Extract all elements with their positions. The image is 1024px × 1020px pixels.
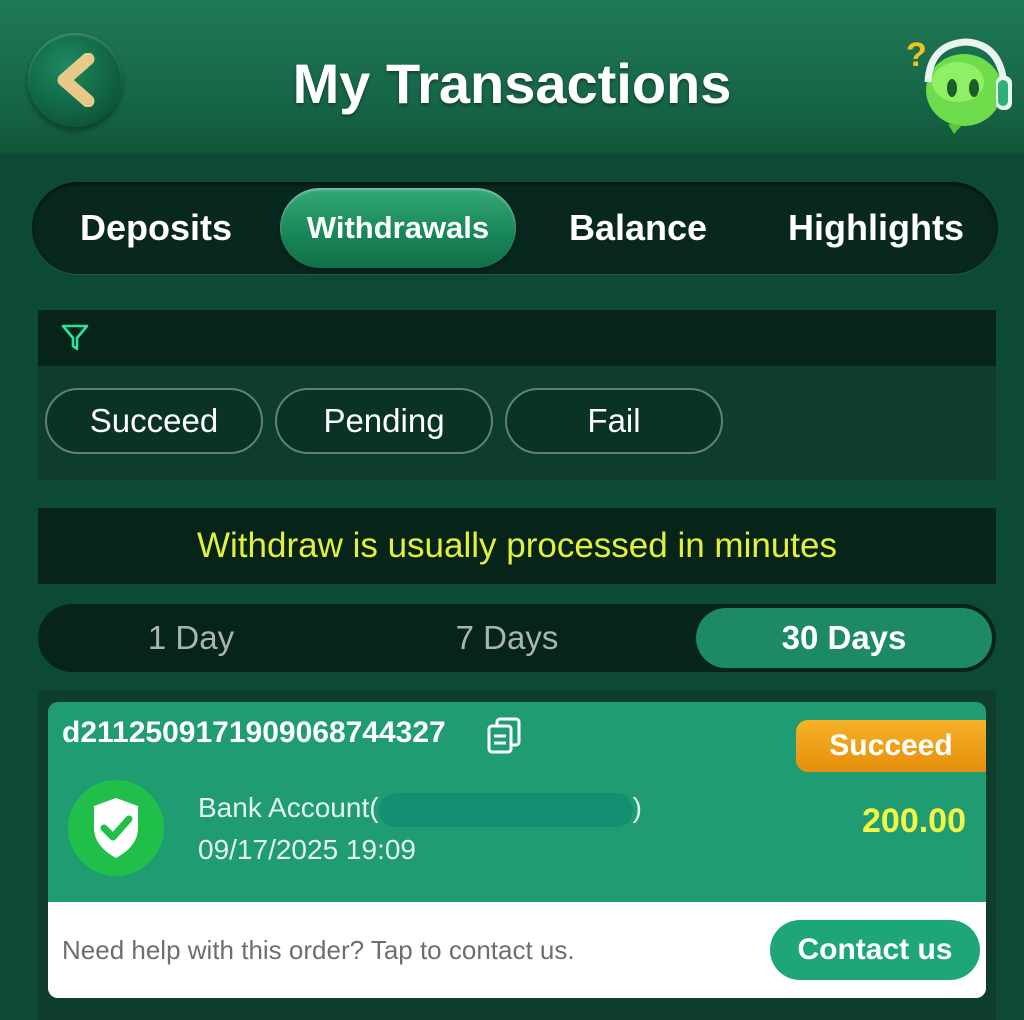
transaction-type-tabs: Deposits Withdrawals Balance Highlights [32,182,998,274]
transaction-datetime: 09/17/2025 19:09 [198,834,416,865]
range-30-days[interactable]: 30 Days [696,608,992,668]
transaction-amount: 200.00 [862,802,966,840]
filter-chip-fail[interactable]: Fail [505,388,723,454]
filter-icon[interactable] [60,322,90,352]
transaction-card[interactable]: d2112509171909068744327 Succeed Bank Acc… [48,702,986,998]
range-7-days[interactable]: 7 Days [354,604,660,672]
customer-support-button[interactable]: ? [900,26,1018,138]
shield-check-icon [68,780,164,876]
bank-account-label: Bank Account( [198,792,379,823]
range-1-day[interactable]: 1 Day [38,604,344,672]
status-badge: Succeed [796,720,986,772]
top-bar: My Transactions ? [0,0,1024,154]
withdraw-notice: Withdraw is usually processed in minutes [38,508,996,584]
bank-account: Bank Account() [198,792,642,827]
tab-highlights[interactable]: Highlights [758,188,994,268]
tab-withdrawals[interactable]: Withdrawals [280,188,516,268]
contact-us-button[interactable]: Contact us [770,920,980,980]
filter-chip-succeed[interactable]: Succeed [45,388,263,454]
order-id: d2112509171909068744327 [62,716,446,749]
bank-account-close: ) [632,792,642,823]
svg-text:?: ? [906,36,927,74]
filter-bar [38,310,996,366]
help-strip: Need help with this order? Tap to contac… [48,902,986,998]
status-filter-panel: Succeed Pending Fail [38,366,996,480]
filter-chip-pending[interactable]: Pending [275,388,493,454]
date-range-selector: 1 Day 7 Days 30 Days [38,604,996,672]
support-mascot-icon: ? [906,36,1012,134]
help-text: Need help with this order? Tap to contac… [62,935,575,965]
page-title: My Transactions [292,52,732,115]
copy-icon[interactable] [486,716,522,754]
transaction-list: d2112509171909068744327 Succeed Bank Acc… [38,690,996,1020]
tab-deposits[interactable]: Deposits [36,188,276,268]
tab-balance[interactable]: Balance [520,188,756,268]
masked-account-number [378,792,633,827]
